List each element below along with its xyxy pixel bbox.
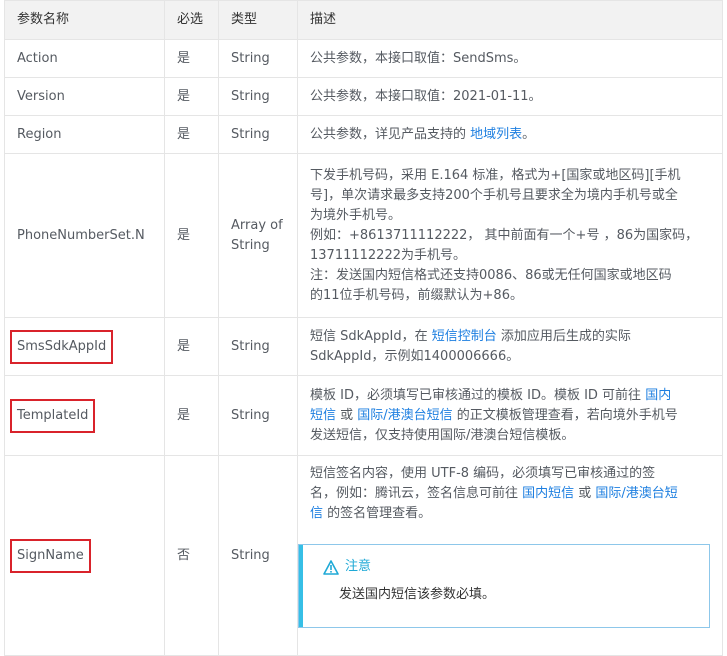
param-name: Region [4, 115, 165, 154]
param-description: 公共参数，本接口取值：SendSms。 [297, 39, 723, 78]
param-type: String [218, 455, 298, 656]
desc-line: 13711112222为手机号。 [310, 247, 466, 263]
param-required: 是 [164, 115, 219, 154]
param-description: 下发手机号码，采用 E.164 标准，格式为+[国家或地区码][手机 号]，单次… [297, 153, 723, 318]
param-name: SignName [4, 455, 165, 656]
param-name: SmsSdkAppId [4, 317, 165, 376]
header-description: 描述 [297, 0, 723, 40]
highlight-box: SmsSdkAppId [9, 329, 114, 364]
desc-text: 。 [522, 126, 536, 142]
highlight-box: TemplateId [9, 398, 96, 433]
param-required: 是 [164, 39, 219, 78]
header-param-name: 参数名称 [4, 0, 165, 40]
param-description: 公共参数，详见产品支持的 地域列表。 [297, 115, 723, 154]
domestic-sms-link[interactable]: 国内 [645, 388, 671, 403]
param-name: Action [4, 39, 165, 78]
param-description: 公共参数，本接口取值：2021-01-11。 [297, 77, 723, 116]
desc-line: 的11位手机号码，前缀默认为+86。 [310, 287, 523, 303]
type-line: String [231, 237, 270, 253]
notice-title: 注意 [345, 559, 372, 574]
param-required: 是 [164, 317, 219, 376]
warning-icon [323, 559, 339, 575]
desc-text: 的签名管理查看。 [323, 506, 432, 521]
domestic-sms-link[interactable]: 短信 [310, 408, 336, 423]
desc-line: 例如：+8613711112222， 其中前面有一个+号 ，86为国家码， [310, 227, 699, 243]
desc-line: 下发手机号码，采用 E.164 标准，格式为+[国家或地区码][手机 [310, 167, 681, 183]
table-row: TemplateId 是 String 模板 ID，必须填写已审核通过的模板 I… [4, 375, 723, 456]
param-type: String [218, 115, 298, 154]
intl-sms-link[interactable]: 国际/港澳台短信 [357, 408, 452, 423]
params-table: 参数名称 必选 类型 描述 Action 是 String 公共参数，本接口取值… [4, 0, 723, 656]
desc-line: 为境外手机号。 [310, 207, 402, 223]
sms-console-link[interactable]: 短信控制台 [432, 329, 497, 344]
param-required: 否 [164, 455, 219, 656]
notice-text: 发送国内短信该参数必填。 [339, 587, 496, 602]
desc-text: 短信签名内容，使用 UTF-8 编码，必须填写已审核通过的签 [310, 466, 656, 481]
type-line: Array of [231, 217, 283, 233]
desc-text: 名，例如：腾讯云，签名信息可前往 [310, 486, 523, 501]
desc-line: 号]，单次请求最多支持200个手机号且要求全为境内手机号或全 [310, 187, 678, 203]
param-name: PhoneNumberSet.N [4, 153, 165, 318]
param-type: String [218, 317, 298, 376]
param-name: TemplateId [4, 375, 165, 456]
param-name: Version [4, 77, 165, 116]
domestic-sms-link[interactable]: 国内短信 [522, 486, 574, 501]
table-row: SignName 否 String 短信签名内容，使用 UTF-8 编码，必须填… [4, 455, 723, 656]
param-type: String [218, 39, 298, 78]
table-row: SmsSdkAppId 是 String 短信 SdkAppId，在 短信控制台… [4, 317, 723, 376]
desc-text: SdkAppId，示例如1400006666。 [310, 348, 520, 364]
desc-text: 模板 ID，必须填写已审核通过的模板 ID。模板 ID 可前往 [310, 387, 646, 403]
highlight-box: SignName [10, 538, 91, 573]
header-required: 必选 [164, 0, 219, 40]
param-type: String [218, 77, 298, 116]
table-row: Version 是 String 公共参数，本接口取值：2021-01-11。 [4, 77, 723, 116]
table-row: Region 是 String 公共参数，详见产品支持的 地域列表。 [4, 115, 723, 154]
param-required: 是 [164, 153, 219, 318]
desc-text: 发送短信，仅支持使用国际/港澳台短信模板。 [310, 427, 575, 443]
param-description: 模板 ID，必须填写已审核通过的模板 ID。模板 ID 可前往 国内短信 或 国… [297, 375, 723, 456]
desc-text: 添加应用后生成的实际 [496, 328, 631, 344]
param-description: 短信 SdkAppId，在 短信控制台 添加应用后生成的实际 SdkAppId，示… [297, 317, 723, 376]
param-type: Array of String [218, 153, 298, 318]
notice-box: 注意 发送国内短信该参数必填。 [298, 544, 710, 628]
param-required: 是 [164, 77, 219, 116]
desc-text: 的正文模板管理查看，若向境外手机号 [452, 407, 678, 423]
region-list-link[interactable]: 地域列表 [470, 127, 522, 142]
desc-text: 或 [574, 486, 596, 501]
desc-line: 注：发送国内短信格式还支持0086、86或无任何国家或地区码 [310, 267, 672, 283]
table-row: Action 是 String 公共参数，本接口取值：SendSms。 [4, 39, 723, 78]
desc-text: 短信 SdkAppId，在 [310, 328, 432, 344]
intl-sms-link[interactable]: 国际/港澳台短 [595, 486, 677, 501]
desc-text: 或 [336, 407, 358, 423]
table-header-row: 参数名称 必选 类型 描述 [4, 0, 723, 40]
header-type: 类型 [218, 0, 298, 40]
param-required: 是 [164, 375, 219, 456]
desc-text: 公共参数，详见产品支持的 [310, 126, 471, 142]
intl-sms-link[interactable]: 信 [310, 506, 323, 521]
table-row: PhoneNumberSet.N 是 Array of String 下发手机号码… [4, 153, 723, 318]
param-description: 短信签名内容，使用 UTF-8 编码，必须填写已审核通过的签 名，例如：腾讯云，… [297, 455, 723, 656]
param-type: String [218, 375, 298, 456]
